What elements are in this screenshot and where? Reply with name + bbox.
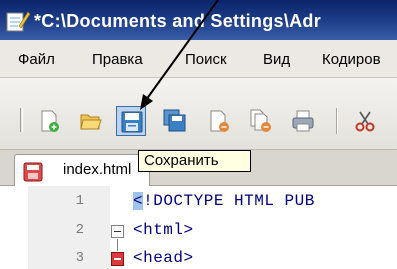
toolbar bbox=[0, 78, 397, 150]
print-icon bbox=[292, 110, 314, 132]
menu-search[interactable]: Поиск bbox=[185, 51, 227, 68]
tab-label: index.html bbox=[63, 161, 132, 178]
code-editor[interactable]: 1 <!DOCTYPE HTML PUB 2 <html> 3 <head> bbox=[0, 186, 397, 269]
file-modified-icon bbox=[23, 162, 43, 187]
toolbar-grip[interactable] bbox=[20, 108, 23, 132]
open-button[interactable] bbox=[76, 106, 106, 136]
new-file-button[interactable] bbox=[34, 106, 64, 136]
save-icon bbox=[121, 111, 143, 133]
menu-view[interactable]: Вид bbox=[263, 51, 290, 68]
open-folder-icon bbox=[80, 114, 102, 130]
fold-toggle-error[interactable] bbox=[111, 252, 124, 266]
tab-index-html[interactable]: index.html bbox=[14, 154, 150, 186]
cut-icon bbox=[355, 111, 375, 132]
close-all-icon bbox=[250, 109, 271, 132]
code-line[interactable]: <!DOCTYPE HTML PUB bbox=[133, 192, 315, 210]
save-all-icon bbox=[163, 109, 186, 132]
save-button[interactable] bbox=[116, 106, 146, 136]
menu-file[interactable]: Файл bbox=[18, 51, 55, 68]
toolbar-separator bbox=[336, 108, 338, 134]
close-all-button[interactable] bbox=[246, 106, 276, 136]
code-line[interactable]: <html> bbox=[133, 221, 194, 239]
close-icon bbox=[210, 110, 229, 132]
save-all-button[interactable] bbox=[160, 106, 190, 136]
menu-edit[interactable]: Правка bbox=[92, 51, 143, 68]
new-file-icon bbox=[41, 110, 59, 132]
save-tooltip: Сохранить bbox=[138, 150, 251, 172]
cut-button[interactable] bbox=[350, 106, 380, 136]
code-line-text: !DOCTYPE HTML PUB bbox=[143, 192, 315, 210]
line-number: 3 bbox=[75, 250, 84, 266]
close-button[interactable] bbox=[204, 106, 234, 136]
fold-toggle[interactable] bbox=[111, 225, 124, 238]
menu-bar: Файл Правка Поиск Вид Кодиров bbox=[0, 40, 397, 78]
line-number: 2 bbox=[75, 222, 84, 238]
print-button[interactable] bbox=[288, 106, 318, 136]
fold-guide bbox=[117, 239, 118, 251]
line-number: 1 bbox=[75, 193, 84, 209]
cursor-highlight: < bbox=[133, 192, 144, 210]
menu-encoding[interactable]: Кодиров bbox=[322, 51, 381, 68]
notepad-icon bbox=[6, 10, 31, 32]
window-title: *C:\Documents and Settings\Adr bbox=[34, 11, 322, 31]
code-line[interactable]: <head> bbox=[133, 249, 194, 267]
title-bar: *C:\Documents and Settings\Adr bbox=[0, 0, 397, 40]
